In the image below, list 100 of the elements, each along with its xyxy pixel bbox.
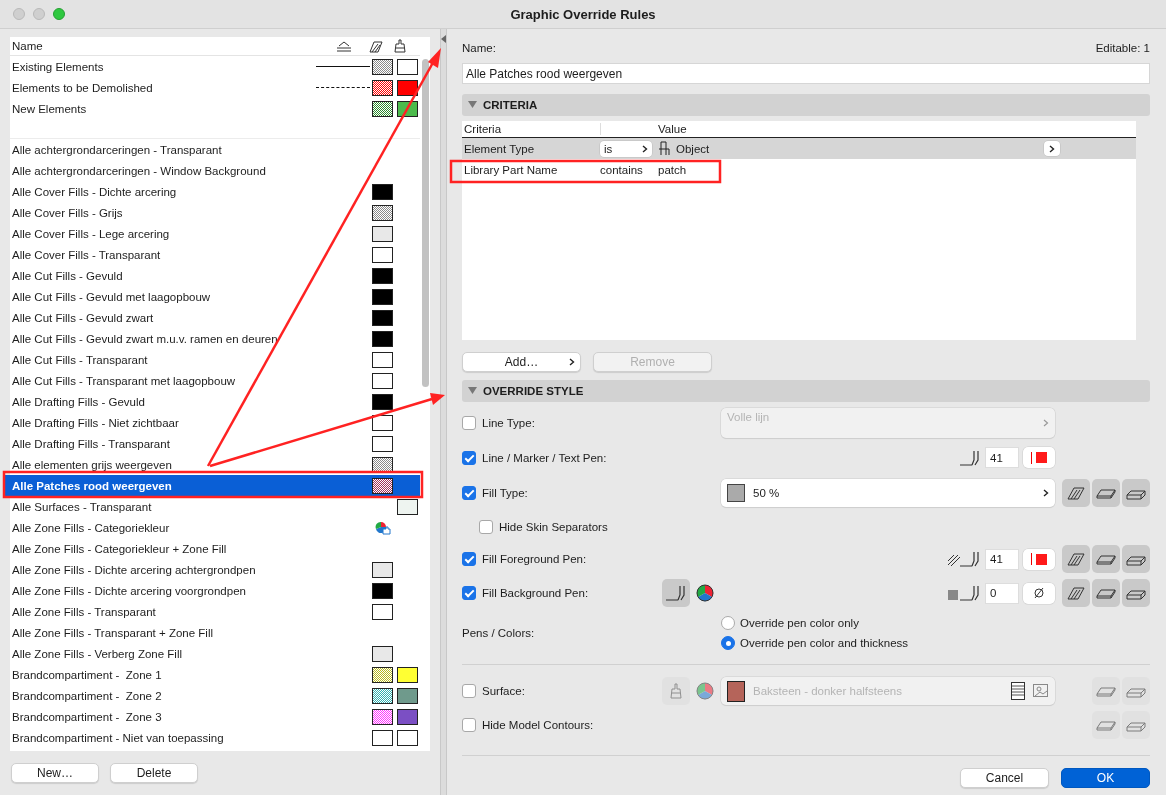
list-button[interactable]: Delete xyxy=(110,763,198,783)
scrollbar-thumb[interactable] xyxy=(421,59,429,387)
operator-popup[interactable]: is xyxy=(600,140,652,157)
rule-row[interactable]: Alle Cut Fills - Transparant xyxy=(10,349,420,370)
rule-row[interactable]: Alle achtergrondarceringen - Transparant xyxy=(10,139,420,160)
rule-row[interactable]: Alle Patches rood weergeven xyxy=(5,475,420,496)
rule-row[interactable]: Alle Cover Fills - Grijs xyxy=(10,202,420,223)
rule-name: Alle Cut Fills - Gevuld zwart xyxy=(12,311,155,324)
column-header: Criteria xyxy=(464,123,503,135)
rule-name: Brandcompartiment - Zone 2 xyxy=(12,689,163,702)
fill-type-field[interactable]: 50 % xyxy=(721,479,1055,507)
collapse-icon[interactable] xyxy=(441,35,446,43)
checkbox[interactable] xyxy=(479,520,493,534)
add-button[interactable]: Add… xyxy=(462,352,581,372)
pen-number-field[interactable]: 0 xyxy=(985,582,1019,604)
rule-name: Alle Cover Fills - Transparant xyxy=(12,248,162,261)
rule-row[interactable]: Alle Cut Fills - Gevuld xyxy=(10,265,420,286)
fill-plane-icon[interactable] xyxy=(1092,579,1120,607)
rule-row[interactable]: Brandcompartiment - Zone 3 xyxy=(10,706,420,727)
rule-row[interactable]: Alle Cover Fills - Dichte arcering xyxy=(10,181,420,202)
rule-name: Alle Cover Fills - Grijs xyxy=(12,206,124,219)
rule-row[interactable]: New Elements xyxy=(10,98,420,119)
fill-plane-icon[interactable] xyxy=(1092,479,1120,507)
fill-plane-icon[interactable] xyxy=(1122,545,1150,573)
rule-name: Alle achtergrondarceringen - Transparant xyxy=(12,143,223,156)
pen-color-button[interactable] xyxy=(1023,582,1055,604)
rule-row[interactable]: Alle Drafting Fills - Transparant xyxy=(10,433,420,454)
criteria-row[interactable]: Element Type is Object xyxy=(462,138,1136,159)
option-label: Surface: xyxy=(482,685,525,697)
rule-name: Brandcompartiment - Zone 1 xyxy=(12,668,163,681)
pen-color-button[interactable] xyxy=(1023,548,1055,570)
radio-button[interactable] xyxy=(721,616,735,630)
rule-row[interactable]: Alle Zone Fills - Categoriekleur + Zone Fill xyxy=(10,538,420,559)
rule-row[interactable]: Alle Zone Fills - Categoriekleur xyxy=(10,517,420,538)
fill-plane-icon[interactable] xyxy=(1092,545,1120,573)
checkbox[interactable] xyxy=(462,718,476,732)
rule-name: Alle Zone Fills - Verberg Zone Fill xyxy=(12,647,183,660)
field-value: 50 % xyxy=(753,487,781,499)
fill-plane-icon[interactable] xyxy=(1122,579,1150,607)
checkbox[interactable] xyxy=(462,486,476,500)
image-icon xyxy=(1033,684,1049,698)
line-type-icon xyxy=(336,40,352,52)
pen-color-button[interactable] xyxy=(1023,447,1055,468)
color-wheel-icon[interactable] xyxy=(696,584,714,602)
color-wheel-icon[interactable] xyxy=(696,682,714,700)
zoom-button[interactable] xyxy=(53,8,65,20)
brush-icon[interactable] xyxy=(662,677,690,705)
fill-plane-icon[interactable] xyxy=(1062,545,1090,573)
section-header[interactable]: OVERRIDE STYLE xyxy=(462,380,1150,402)
rule-row[interactable]: Alle Cut Fills - Gevuld zwart m.u.v. ramen en deuren xyxy=(10,328,420,349)
rule-row[interactable]: Brandcompartiment - Niet van toepassing xyxy=(10,727,420,748)
rule-name: Alle Drafting Fills - Gevuld xyxy=(12,395,146,408)
rule-name: Alle elementen grijs weergeven xyxy=(12,458,173,471)
rule-row[interactable]: Alle Surfaces - Transparant xyxy=(10,496,420,517)
rule-row[interactable]: Alle Cover Fills - Transparant xyxy=(10,244,420,265)
rule-row[interactable]: Alle Cut Fills - Transparant met laagopbouw xyxy=(10,370,420,391)
rule-name: Alle Drafting Fills - Niet zichtbaar xyxy=(12,416,180,429)
rule-row[interactable]: Alle Zone Fills - Verberg Zone Fill xyxy=(10,643,420,664)
chevron-button[interactable] xyxy=(1044,141,1060,156)
rule-row[interactable]: Alle Cut Fills - Gevuld met laagopbouw xyxy=(10,286,420,307)
checkbox[interactable] xyxy=(462,450,476,465)
rule-row[interactable]: Elements to be Demolished xyxy=(10,77,420,98)
option-label: Line Type: xyxy=(482,417,535,429)
rule-row[interactable]: Alle Zone Fills - Dichte arcering achtergrondpen xyxy=(10,559,420,580)
cancel-button[interactable]: Cancel xyxy=(960,768,1049,788)
list-button[interactable]: New… xyxy=(11,763,99,783)
checkbox[interactable] xyxy=(462,586,476,600)
disclosure-triangle-icon[interactable] xyxy=(468,387,477,395)
disclosure-triangle-icon[interactable] xyxy=(468,101,477,109)
fill-plane-icon[interactable] xyxy=(1122,479,1150,507)
rule-row[interactable]: Alle Drafting Fills - Gevuld xyxy=(10,391,420,412)
radio-button[interactable] xyxy=(721,636,735,650)
fill-plane-icon[interactable] xyxy=(1062,479,1090,507)
section-header[interactable]: CRITERIA xyxy=(462,94,1150,116)
rule-name: Alle Zone Fills - Dichte arcering achtergrondpen xyxy=(12,563,257,576)
checkbox[interactable] xyxy=(462,552,476,566)
radio-label: Override pen color and thickness xyxy=(740,637,909,649)
rule-row[interactable]: Alle elementen grijs weergeven xyxy=(10,454,420,475)
criteria-row[interactable]: Library Part Name contains patch xyxy=(462,159,1136,180)
rule-row[interactable]: Existing Elements xyxy=(10,56,420,77)
pen-icon[interactable] xyxy=(662,579,690,607)
fill-plane-icon[interactable] xyxy=(1062,579,1090,607)
ok-button[interactable]: OK xyxy=(1061,768,1150,788)
category-color-icon xyxy=(374,520,391,535)
rule-row[interactable]: Alle Cover Fills - Lege arcering xyxy=(10,223,420,244)
rule-row[interactable]: Alle Zone Fills - Transparant xyxy=(10,601,420,622)
column-header[interactable]: Name xyxy=(10,40,324,52)
rule-name: Alle Cover Fills - Lege arcering xyxy=(12,227,171,240)
pen-number-field[interactable]: 41 xyxy=(985,548,1019,570)
name-field[interactable]: Alle Patches rood weergeven xyxy=(462,63,1150,84)
rule-row[interactable]: Alle Zone Fills - Transparant + Zone Fill xyxy=(10,622,420,643)
rule-row[interactable]: Alle Cut Fills - Gevuld zwart xyxy=(10,307,420,328)
rule-row[interactable]: Brandcompartiment - Zone 2 xyxy=(10,685,420,706)
rule-row[interactable]: Brandcompartiment - Zone 1 xyxy=(10,664,420,685)
rule-name: Alle Zone Fills - Categoriekleur xyxy=(12,521,171,534)
rule-row[interactable]: Alle achtergrondarceringen - Window Background xyxy=(10,160,420,181)
rule-name: Alle Cut Fills - Transparant xyxy=(12,353,149,366)
rule-row[interactable]: Alle Zone Fills - Dichte arcering voorgrondpen xyxy=(10,580,420,601)
pen-number-field[interactable]: 41 xyxy=(985,447,1019,468)
rule-row[interactable]: Alle Drafting Fills - Niet zichtbaar xyxy=(10,412,420,433)
